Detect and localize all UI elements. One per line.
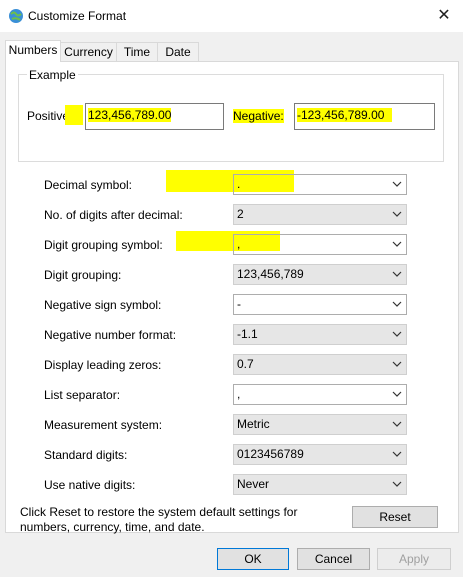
chevron-down-icon [392, 391, 402, 397]
use-native-digits-label: Use native digits: [44, 478, 136, 492]
chevron-down-icon [392, 241, 402, 247]
positive-example-box: 123,456,789.00 [85, 103, 224, 130]
window-title: Customize Format [28, 9, 127, 23]
chevron-down-icon [392, 331, 402, 337]
use-native-digits-select[interactable]: Never [233, 474, 407, 495]
chevron-down-icon [392, 421, 402, 427]
standard-digits-value: 0123456789 [237, 447, 304, 461]
standard-digits-select[interactable]: 0123456789 [233, 444, 407, 465]
list-separator-value: , [237, 387, 241, 401]
decimal-symbol-select[interactable]: . [233, 174, 407, 195]
display-leading-zeros-value: 0.7 [237, 357, 254, 371]
display-leading-zeros-select[interactable]: 0.7 [233, 354, 407, 375]
negative-number-format-select[interactable]: -1.1 [233, 324, 407, 345]
cancel-button[interactable]: Cancel [297, 548, 370, 570]
chevron-down-icon [392, 361, 402, 367]
digit-grouping-symbol-label: Digit grouping symbol: [44, 238, 163, 252]
chevron-down-icon [392, 451, 402, 457]
tab-date[interactable]: Date [157, 42, 199, 61]
measurement-system-select[interactable]: Metric [233, 414, 407, 435]
digit-grouping-symbol-select[interactable]: , [233, 234, 407, 255]
chevron-down-icon [392, 211, 402, 217]
reset-note: Click Reset to restore the system defaul… [20, 505, 298, 534]
negative-sign-symbol-select[interactable]: - [233, 294, 407, 315]
digits-after-decimal-value: 2 [237, 207, 244, 221]
example-legend: Example [27, 68, 78, 82]
negative-number-format-label: Negative number format: [44, 328, 177, 342]
chevron-down-icon [392, 481, 402, 487]
ok-button[interactable]: OK [217, 548, 289, 570]
digit-grouping-label: Digit grouping: [44, 268, 122, 282]
display-leading-zeros-label: Display leading zeros: [44, 358, 162, 372]
negative-sign-symbol-value: - [237, 297, 241, 311]
digit-grouping-select[interactable]: 123,456,789 [233, 264, 407, 285]
negative-label: Negative: [233, 109, 284, 123]
negative-example-box: -123,456,789.00 [294, 103, 435, 130]
measurement-system-label: Measurement system: [44, 418, 163, 432]
reset-button[interactable]: Reset [352, 506, 438, 528]
digit-grouping-symbol-value: , [237, 237, 241, 251]
digit-grouping-value: 123,456,789 [237, 267, 304, 281]
close-button[interactable]: ✕ [430, 4, 458, 28]
chevron-down-icon [392, 181, 402, 187]
standard-digits-label: Standard digits: [44, 448, 128, 462]
decimal-symbol-value: . [237, 177, 241, 191]
tab-time[interactable]: Time [116, 42, 158, 61]
measurement-system-value: Metric [237, 417, 270, 431]
highlight-mark [65, 105, 83, 125]
negative-number-format-value: -1.1 [237, 327, 258, 341]
negative-sign-symbol-label: Negative sign symbol: [44, 298, 162, 312]
title-bar: Customize Format ✕ [0, 0, 463, 32]
list-separator-label: List separator: [44, 388, 121, 402]
digits-after-decimal-select[interactable]: 2 [233, 204, 407, 225]
positive-example-value: 123,456,789.00 [88, 108, 172, 122]
use-native-digits-value: Never [237, 477, 270, 491]
chevron-down-icon [392, 301, 402, 307]
numbers-panel: Example Positive: 123,456,789.00 Negativ… [5, 61, 459, 534]
chevron-down-icon [392, 271, 402, 277]
example-group: Example Positive: 123,456,789.00 Negativ… [18, 68, 444, 162]
apply-button[interactable]: Apply [377, 548, 451, 570]
decimal-symbol-label: Decimal symbol: [44, 178, 133, 192]
list-separator-select[interactable]: , [233, 384, 407, 405]
negative-example-value: -123,456,789.00 [297, 108, 393, 122]
globe-icon [9, 9, 23, 23]
tab-numbers[interactable]: Numbers [5, 40, 61, 62]
digits-after-decimal-label: No. of digits after decimal: [44, 208, 183, 222]
tab-currency[interactable]: Currency [60, 42, 117, 61]
